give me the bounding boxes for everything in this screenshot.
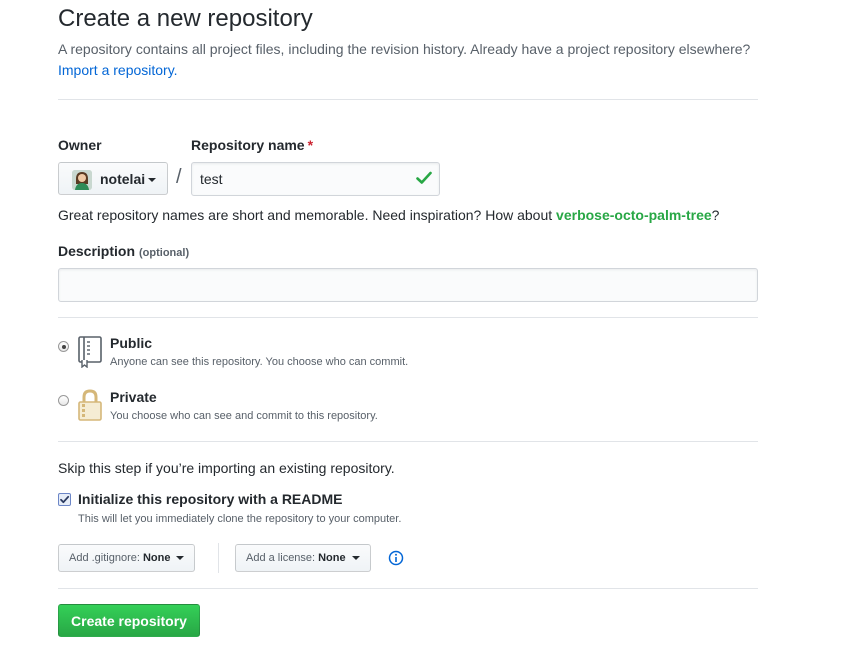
divider xyxy=(58,441,758,442)
skip-note: Skip this step if you’re importing an ex… xyxy=(58,460,395,476)
description-input[interactable] xyxy=(58,268,758,302)
hint-end: ? xyxy=(711,207,720,223)
public-title[interactable]: Public xyxy=(110,335,152,351)
owner-select-button[interactable]: notelai xyxy=(58,162,168,195)
readme-checkbox[interactable] xyxy=(58,493,71,506)
gitignore-value: None xyxy=(142,552,171,564)
repo-name-input[interactable] xyxy=(191,162,440,196)
owner-name: notelai xyxy=(100,171,146,187)
chevron-down-icon xyxy=(148,178,156,182)
private-subtitle: You choose who can see and commit to thi… xyxy=(110,410,378,422)
check-icon xyxy=(416,171,432,190)
create-repository-button[interactable]: Create repository xyxy=(58,604,200,637)
gitignore-select-button[interactable]: Add .gitignore: None xyxy=(58,544,196,572)
readme-note: This will let you immediately clone the … xyxy=(78,513,402,525)
public-radio[interactable] xyxy=(58,341,69,352)
checkmark-icon xyxy=(60,495,70,504)
gitignore-label: Add .gitignore: xyxy=(69,552,140,564)
chevron-down-icon xyxy=(176,556,185,560)
owner-repo-separator: / xyxy=(176,166,182,188)
avatar xyxy=(72,170,92,190)
divider xyxy=(58,317,758,318)
repo-book-icon xyxy=(77,336,103,373)
owner-label: Owner xyxy=(58,137,102,153)
chevron-down-icon xyxy=(351,556,360,560)
readme-label[interactable]: Initialize this repository with a README xyxy=(78,491,342,507)
repo-name-hint: Great repository names are short and mem… xyxy=(58,207,719,223)
divider xyxy=(58,99,758,100)
public-subtitle: Anyone can see this repository. You choo… xyxy=(110,356,409,368)
license-select-button[interactable]: Add a license: None xyxy=(235,544,371,572)
info-icon[interactable] xyxy=(388,550,404,571)
page-lead: A repository contains all project files,… xyxy=(58,41,751,57)
description-label-text: Description xyxy=(58,243,136,259)
repo-name-label-text: Repository name xyxy=(191,137,305,153)
import-repository-link[interactable]: Import a repository. xyxy=(58,62,178,78)
license-label: Add a license: xyxy=(246,552,316,564)
name-suggestion-link[interactable]: verbose-octo-palm-tree xyxy=(556,207,712,223)
optional-note: (optional) xyxy=(139,247,190,259)
divider xyxy=(58,588,758,589)
page-title: Create a new repository xyxy=(58,5,313,32)
private-radio[interactable] xyxy=(58,395,69,406)
required-mark: * xyxy=(307,137,314,153)
divider xyxy=(218,543,219,573)
license-value: None xyxy=(318,552,346,564)
lock-icon xyxy=(77,389,103,426)
private-title[interactable]: Private xyxy=(110,389,157,405)
repo-name-label: Repository name * xyxy=(191,137,313,153)
hint-text: Great repository names are short and mem… xyxy=(58,207,557,223)
description-label: Description (optional) xyxy=(58,243,189,259)
